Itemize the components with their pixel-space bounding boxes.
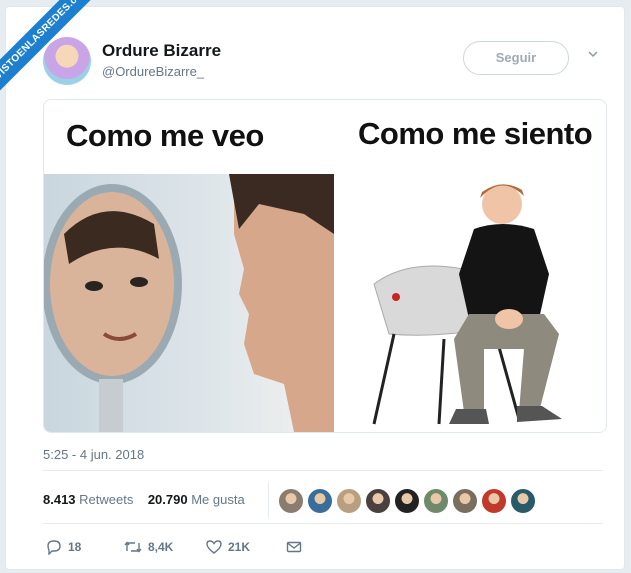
display-name[interactable]: Ordure Bizarre (102, 41, 221, 61)
liker-avatar[interactable] (307, 488, 333, 514)
like-button[interactable]: 21K (206, 539, 250, 555)
tweet-timestamp[interactable]: 5:25 - 4 jun. 2018 (43, 447, 144, 462)
liker-avatar[interactable] (365, 488, 391, 514)
avatar[interactable] (43, 37, 91, 85)
user-handle[interactable]: @OrdureBizarre_ (102, 64, 204, 79)
engagement-stats: 8.413 Retweets 20.790 Me gusta (43, 492, 245, 507)
meme-caption-right: Como me siento (358, 116, 593, 151)
liker-avatar[interactable] (510, 488, 536, 514)
envelope-icon (286, 541, 302, 553)
meme-caption-left: Como me veo (66, 118, 264, 153)
divider (43, 523, 603, 524)
reply-icon (47, 540, 61, 555)
retweet-button[interactable]: 8,4K (124, 539, 173, 555)
liker-avatar[interactable] (336, 488, 362, 514)
liker-avatar[interactable] (423, 488, 449, 514)
liker-avatar[interactable] (394, 488, 420, 514)
follow-button[interactable]: Seguir (463, 41, 569, 75)
divider (43, 470, 603, 471)
chevron-down-icon[interactable] (588, 49, 598, 59)
like-action-count: 21K (228, 540, 251, 554)
heart-icon (206, 540, 222, 554)
liker-avatar[interactable] (452, 488, 478, 514)
liker-avatar[interactable] (481, 488, 507, 514)
reply-count: 18 (68, 540, 82, 554)
retweet-action-count: 8,4K (148, 540, 174, 554)
like-label[interactable]: Me gusta (191, 492, 244, 507)
mirror-photo (44, 174, 334, 432)
liker-avatar[interactable] (278, 488, 304, 514)
divider (268, 482, 269, 518)
retweet-label[interactable]: Retweets (79, 492, 133, 507)
reply-button[interactable]: 18 (46, 539, 81, 555)
like-count[interactable]: 20.790 (148, 492, 188, 507)
tweet-card: Ordure Bizarre @OrdureBizarre_ Seguir Co… (5, 6, 625, 570)
retweet-count[interactable]: 8.413 (43, 492, 76, 507)
retweet-icon (124, 541, 142, 553)
direct-message-button[interactable] (286, 539, 302, 555)
chair-photo (334, 174, 606, 432)
tweet-image[interactable]: Como me veo Como me siento (43, 99, 607, 433)
